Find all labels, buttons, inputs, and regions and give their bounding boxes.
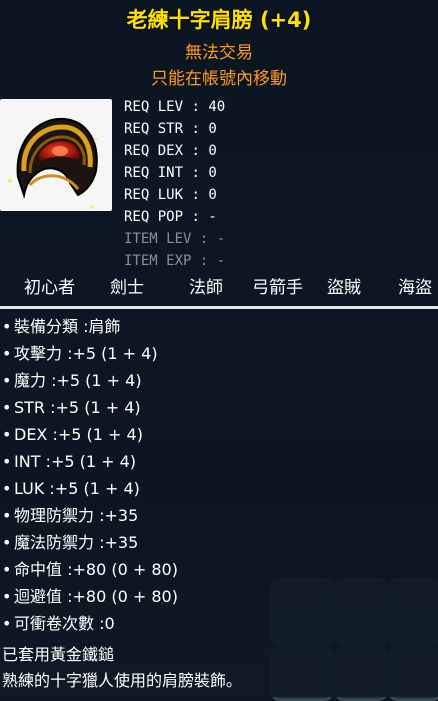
requirements-list: REQ LEV : 40 REQ STR : 0 REQ DEX : 0 REQ… — [124, 96, 225, 272]
item-exp: ITEM EXP : - — [124, 253, 226, 269]
enhance-note: 已套用黃金鐵鎚 — [2, 645, 115, 664]
job-magician: 法師 — [189, 278, 223, 298]
stat-dex: • DEX :+5 (1 + 4) — [2, 425, 143, 444]
req-str: REQ STR : 0 — [124, 121, 217, 137]
job-beginner: 初心者 — [24, 278, 75, 298]
job-warrior: 劍士 — [110, 278, 144, 298]
stat-category: • 裝備分類 :肩飾 — [2, 317, 121, 336]
stat-magic-def: • 魔法防禦力 :+35 — [2, 533, 139, 552]
item-name: 老練十字肩膀 (+4) — [126, 8, 312, 32]
item-description: 熟練的十字獵人使用的肩膀裝飾。 — [2, 671, 243, 690]
stat-upgrade-slots: • 可衝卷次數 :0 — [2, 614, 115, 633]
stat-avoid: • 迴避值 :+80 (0 + 80) — [2, 587, 178, 606]
job-pirate: 海盜 — [398, 278, 432, 298]
item-level: ITEM LEV : - — [124, 231, 226, 247]
stat-str: • STR :+5 (1 + 4) — [2, 398, 141, 417]
req-level: REQ LEV : 40 — [124, 99, 226, 115]
move-restriction: 只能在帳號內移動 — [151, 69, 287, 89]
req-dex: REQ DEX : 0 — [124, 143, 217, 159]
item-icon-frame — [0, 99, 112, 211]
divider — [0, 306, 438, 309]
req-int: REQ INT : 0 — [124, 165, 217, 181]
stat-accuracy: • 命中值 :+80 (0 + 80) — [2, 560, 178, 579]
trade-restriction: 無法交易 — [185, 43, 253, 63]
req-luk: REQ LUK : 0 — [124, 187, 217, 203]
req-pop: REQ POP : - — [124, 209, 217, 225]
stat-int: • INT :+5 (1 + 4) — [2, 452, 137, 471]
stat-magic: • 魔力 :+5 (1 + 4) — [2, 371, 142, 390]
job-bowman: 弓箭手 — [252, 278, 303, 298]
stat-attack: • 攻擊力 :+5 (1 + 4) — [2, 344, 158, 363]
stats-list: • 裝備分類 :肩飾 • 攻擊力 :+5 (1 + 4) • 魔力 :+5 (1 + … — [2, 313, 438, 637]
job-thief: 盜賊 — [327, 278, 361, 298]
stat-phys-def: • 物理防禦力 :+35 — [2, 506, 139, 525]
shoulder-pad-icon — [8, 117, 98, 209]
item-tooltip: 老練十字肩膀 (+4) 無法交易 只能在帳號內移動 REQ LEV: 40 R… — [0, 0, 438, 697]
stat-luk: • LUK :+5 (1 + 4) — [2, 479, 140, 498]
job-list: 初心者 劍士 法師 弓箭手 盜賊 海盜 — [0, 273, 438, 298]
